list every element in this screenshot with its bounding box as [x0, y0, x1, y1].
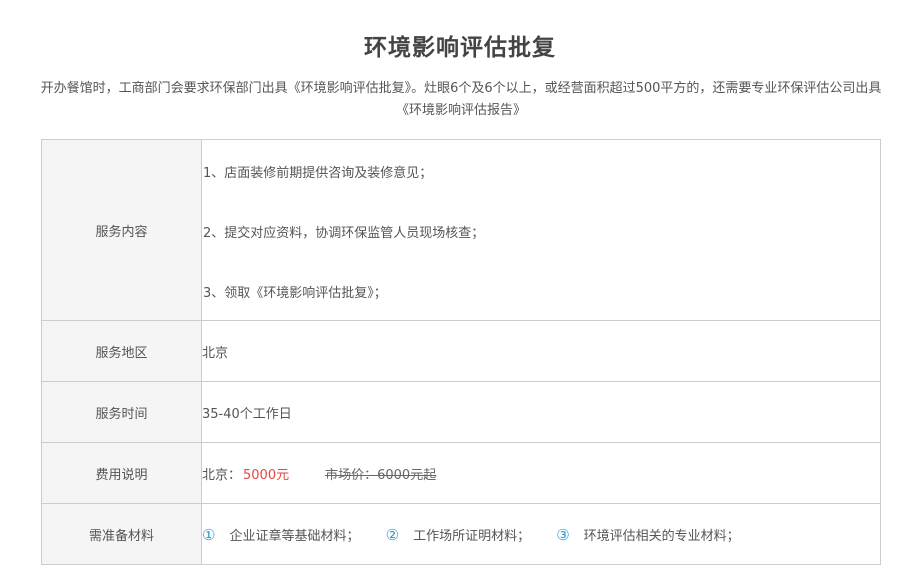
fee-market-price: 市场价：6000元起: [325, 467, 437, 483]
table-row-area: 服务地区 北京: [41, 320, 881, 382]
fee-city: 北京：: [202, 467, 242, 483]
intro-text: 开办餐馆时，工商部门会要求环保部门出具《环境影响评估批复》。灶眼6个及6个以上，…: [40, 81, 882, 118]
table-row-fee: 费用说明 北京： 5000元 市场价：6000元起: [41, 442, 881, 504]
page-title: 环境影响评估批复: [364, 35, 556, 61]
circled-three-icon: ③: [556, 525, 570, 544]
content-item-2: 2、提交对应资料，协调环保监管人员现场核查；: [203, 226, 485, 241]
content-label: 服务内容: [41, 139, 202, 321]
content-cell: 1、店面装修前期提供咨询及装修意见； 2、提交对应资料，协调环保监管人员现场核查…: [201, 139, 881, 321]
fee-cell: 北京： 5000元 市场价：6000元起: [201, 442, 881, 504]
material-text-1: 企业证章等基础材料；: [229, 528, 360, 544]
material-text-3: 环境评估相关的专业材料；: [583, 528, 740, 544]
materials-label: 需准备材料: [41, 503, 202, 565]
time-value: 35-40个工作日: [201, 381, 881, 443]
table-row-materials: 需准备材料 ① 企业证章等基础材料； ② 工作场所证明材料； ③ 环境评估相关的专业材…: [41, 503, 881, 565]
content-item-1: 1、店面装修前期提供咨询及装修意见；: [203, 166, 433, 181]
material-text-2: 工作场所证明材料；: [413, 528, 531, 544]
time-label: 服务时间: [41, 381, 202, 443]
service-table: 服务内容 1、店面装修前期提供咨询及装修意见； 2、提交对应资料，协调环保监管人…: [41, 139, 881, 565]
circled-one-icon: ①: [202, 525, 216, 544]
table-row-time: 服务时间 35-40个工作日: [41, 381, 881, 443]
content-item-3: 3、领取《环境影响评估批复》；: [203, 286, 387, 301]
material-item-1: ① 企业证章等基础材料；: [202, 525, 359, 544]
material-item-2: ② 工作场所证明材料；: [386, 525, 530, 544]
materials-cell: ① 企业证章等基础材料； ② 工作场所证明材料； ③ 环境评估相关的专业材料；: [201, 503, 881, 565]
fee-label: 费用说明: [41, 442, 202, 504]
area-label: 服务地区: [41, 320, 202, 382]
area-value: 北京: [201, 320, 881, 382]
fee-price: 5000元: [243, 467, 290, 483]
table-row-content: 服务内容 1、店面装修前期提供咨询及装修意见； 2、提交对应资料，协调环保监管人…: [41, 139, 881, 321]
material-item-3: ③ 环境评估相关的专业材料；: [556, 525, 739, 544]
circled-two-icon: ②: [385, 525, 400, 544]
